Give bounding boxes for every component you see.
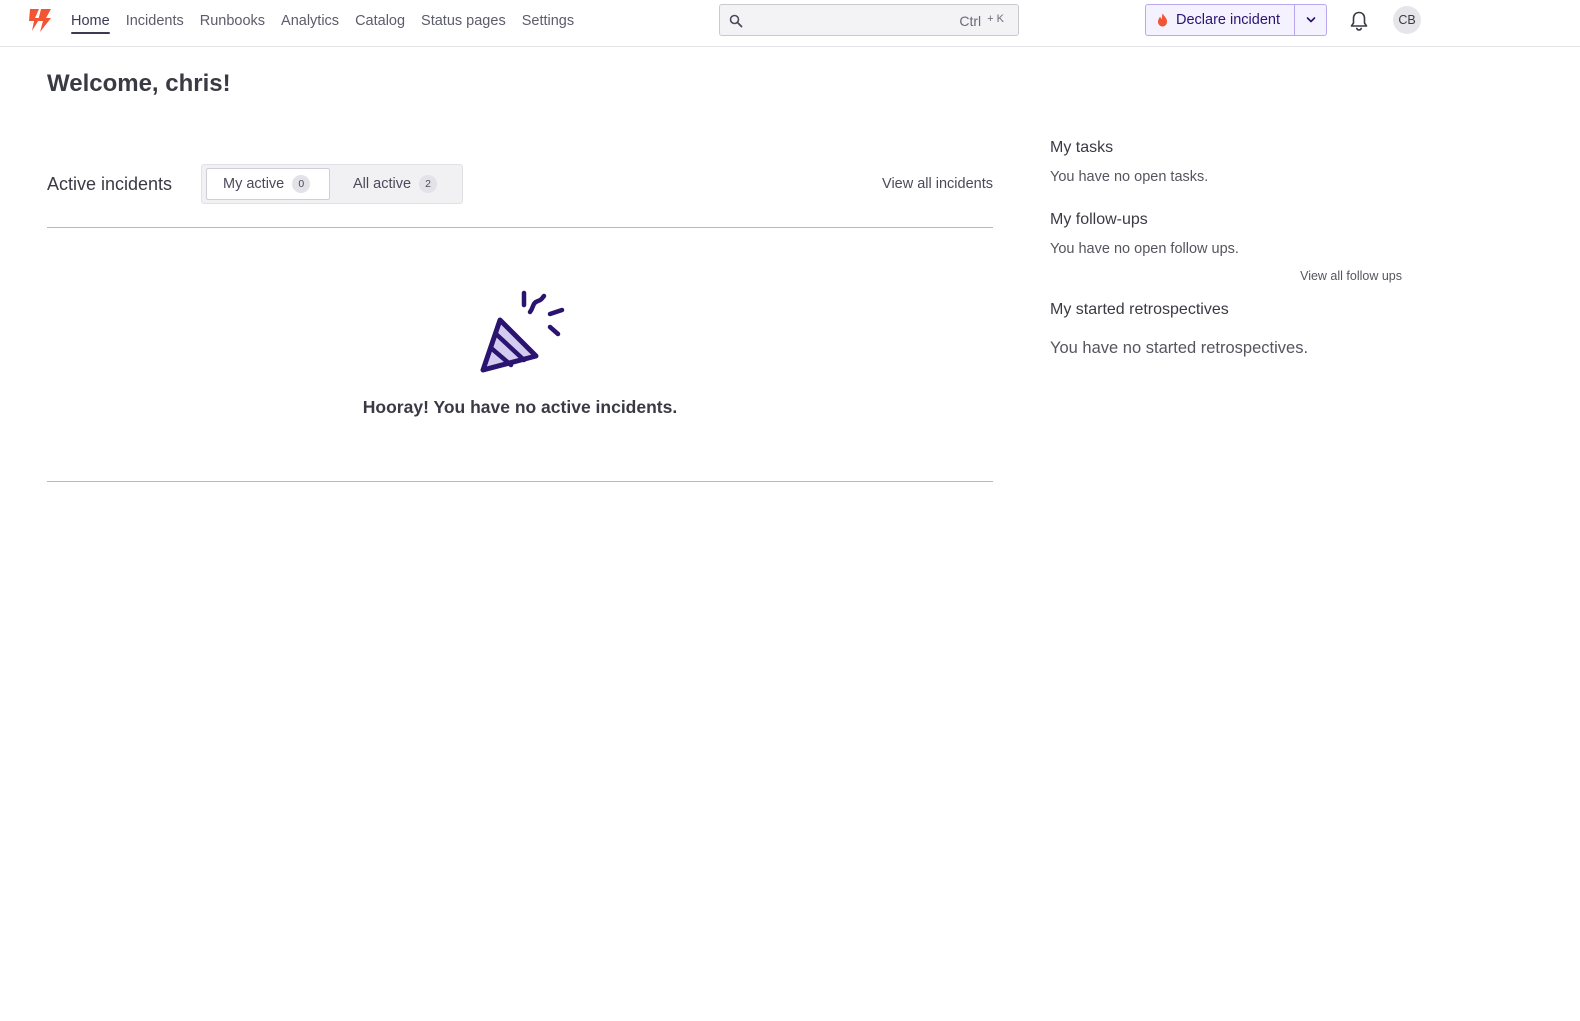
search-input[interactable] bbox=[750, 9, 940, 31]
nav-item-status-pages[interactable]: Status pages bbox=[421, 0, 506, 46]
nav-item-home[interactable]: Home bbox=[71, 0, 110, 46]
user-avatar[interactable]: CB bbox=[1393, 6, 1421, 34]
nav-item-analytics[interactable]: Analytics bbox=[281, 0, 339, 46]
incident-filter-tabs: My active 0 All active 2 bbox=[201, 164, 463, 204]
nav-item-incidents[interactable]: Incidents bbox=[126, 0, 184, 46]
nav-item-catalog[interactable]: Catalog bbox=[355, 0, 405, 46]
main-nav: Home Incidents Runbooks Analytics Catalo… bbox=[71, 0, 590, 46]
my-retrospectives-text: You have no started retrospectives. bbox=[1050, 339, 1309, 357]
section-divider bbox=[47, 227, 993, 228]
view-all-incidents-link[interactable]: View all incidents bbox=[882, 176, 993, 192]
declare-incident-button[interactable]: Declare incident bbox=[1146, 5, 1295, 35]
empty-state-message: Hooray! You have no active incidents. bbox=[362, 397, 678, 417]
nav-item-runbooks[interactable]: Runbooks bbox=[200, 0, 265, 46]
top-bar: Home Incidents Runbooks Analytics Catalo… bbox=[0, 0, 1580, 47]
my-retrospectives-title: My started retrospectives bbox=[1050, 301, 1229, 318]
bell-icon[interactable] bbox=[1349, 10, 1369, 32]
my-follow-ups-text: You have no open follow ups. bbox=[1050, 241, 1239, 257]
nav-item-settings[interactable]: Settings bbox=[522, 0, 574, 46]
fire-icon bbox=[1158, 13, 1167, 27]
declare-incident-group: Declare incident bbox=[1145, 4, 1327, 36]
tab-label: My active bbox=[223, 176, 285, 192]
section-divider bbox=[47, 481, 993, 482]
my-tasks-title: My tasks bbox=[1050, 139, 1114, 156]
tab-all-active[interactable]: All active 2 bbox=[353, 168, 457, 200]
view-all-follow-ups-link[interactable]: View all follow ups bbox=[1300, 269, 1402, 283]
party-popper-icon bbox=[480, 290, 565, 373]
my-follow-ups-title: My follow-ups bbox=[1050, 211, 1148, 228]
tab-label: All active bbox=[353, 176, 412, 192]
logo-icon[interactable] bbox=[26, 6, 54, 34]
declare-incident-label: Declare incident bbox=[1176, 12, 1280, 28]
chevron-down-icon bbox=[1306, 17, 1315, 23]
page-title: Welcome, chris! bbox=[47, 70, 231, 97]
search-shortcut-hint: Ctrl + K bbox=[959, 13, 1004, 29]
active-incidents-title: Active incidents bbox=[47, 174, 173, 194]
count-badge: 0 bbox=[292, 175, 311, 193]
tab-my-active[interactable]: My active 0 bbox=[206, 168, 330, 200]
count-badge: 2 bbox=[419, 175, 438, 193]
search-icon bbox=[729, 14, 743, 28]
declare-options-button[interactable] bbox=[1295, 5, 1326, 35]
my-tasks-text: You have no open tasks. bbox=[1050, 169, 1209, 185]
active-incidents-header: Active incidents My active 0 All active … bbox=[47, 164, 993, 204]
search-box[interactable]: Ctrl + K bbox=[719, 4, 1019, 36]
